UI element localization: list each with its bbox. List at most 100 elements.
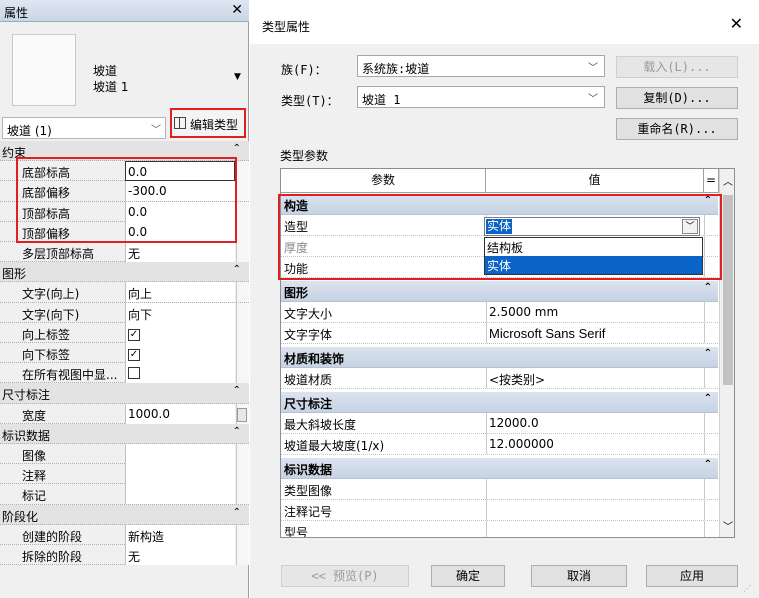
collapse-icon[interactable]: ⌃ <box>233 507 241 518</box>
param-name: 最大斜坡长度 <box>284 418 357 432</box>
param-name: 类型图像 <box>284 484 333 498</box>
column-header-formula[interactable]: = <box>704 169 719 193</box>
chevron-down-icon[interactable]: ﹀ <box>682 219 698 234</box>
collapse-icon[interactable]: ⌃ <box>233 264 241 275</box>
row-edit-cell <box>236 322 249 343</box>
group-label: 标识数据 <box>2 428 51 443</box>
param-value[interactable]: 12.000000 <box>486 434 704 454</box>
row-edit-cell <box>236 444 249 464</box>
type-dropdown-arrow-icon[interactable]: ▼ <box>234 72 241 82</box>
property-value[interactable]: 向上 <box>125 282 235 303</box>
scroll-down-icon[interactable]: ﹀ <box>723 518 733 533</box>
apply-button[interactable]: 应用 <box>646 565 738 587</box>
collapse-icon[interactable]: ⌃ <box>704 393 712 404</box>
param-group-header[interactable]: 标识数据 ⌃ <box>281 458 718 479</box>
group-header[interactable]: 尺寸标注 ⌃ <box>0 383 249 404</box>
preview-button[interactable]: << 预览(P) <box>281 565 409 587</box>
property-value[interactable] <box>125 484 235 505</box>
row-edit-cell <box>236 484 249 505</box>
collapse-icon[interactable]: ⌃ <box>233 385 241 396</box>
property-row: 顶部偏移 0.0 <box>0 221 249 242</box>
cancel-button[interactable]: 取消 <box>531 565 627 587</box>
collapse-icon[interactable]: ⌃ <box>704 282 712 293</box>
param-group-header[interactable]: 材质和装饰 ⌃ <box>281 347 718 368</box>
param-group-header[interactable]: 图形 ⌃ <box>281 281 718 302</box>
column-header-value[interactable]: 值 <box>486 169 704 193</box>
resize-grip-icon[interactable]: ⋰ <box>743 584 751 593</box>
property-value[interactable]: 向下 <box>125 302 235 323</box>
property-value[interactable]: 0.0 <box>125 221 235 242</box>
param-value[interactable] <box>486 479 704 499</box>
load-button[interactable]: 载入(L)... <box>616 56 738 78</box>
property-value[interactable] <box>125 464 235 485</box>
group-label: 图形 <box>284 286 309 300</box>
edit-type-icon <box>174 117 186 129</box>
group-label: 标识数据 <box>284 463 333 477</box>
param-value[interactable] <box>486 500 704 520</box>
dropdown-option[interactable]: 结构板 <box>485 238 702 256</box>
ok-button[interactable]: 确定 <box>431 565 505 587</box>
group-label: 阶段化 <box>2 509 39 524</box>
scrollbar-thumb[interactable] <box>723 195 733 385</box>
group-label: 构造 <box>284 199 309 213</box>
type-combo[interactable]: 坡道 1 ﹀ <box>357 86 605 108</box>
property-value[interactable]: 无 <box>125 545 235 565</box>
dropdown-option-highlighted[interactable]: 实体 <box>485 256 702 274</box>
property-value[interactable] <box>125 444 235 464</box>
property-value-input[interactable]: 0.0 <box>125 161 235 182</box>
row-edit-cell <box>236 343 249 363</box>
param-value[interactable]: 2.5000 mm <box>486 302 704 322</box>
param-group-header[interactable]: 尺寸标注 ⌃ <box>281 392 718 413</box>
type-family-text: 坡道 <box>93 64 118 78</box>
property-value[interactable]: -300.0 <box>125 181 235 202</box>
collapse-icon[interactable]: ⌃ <box>233 143 241 154</box>
group-header[interactable]: 约束 ⌃ <box>0 141 249 162</box>
row-edit-cell <box>236 181 249 202</box>
collapse-icon[interactable]: ⌃ <box>704 348 712 359</box>
collapse-icon[interactable]: ⌃ <box>704 459 712 470</box>
group-header[interactable]: 阶段化 ⌃ <box>0 504 249 525</box>
checkbox-unchecked[interactable] <box>128 367 140 380</box>
param-value[interactable]: 12000.0 <box>486 413 704 433</box>
shape-dropdown-list: 结构板 实体 <box>484 237 703 275</box>
param-value[interactable]: Microsoft Sans Serif <box>486 323 704 343</box>
scroll-up-icon[interactable]: ︿ <box>723 173 733 188</box>
palette-scrollbar-thumb[interactable] <box>237 408 247 422</box>
palette-close-icon[interactable]: ✕ <box>231 2 243 18</box>
param-value[interactable] <box>486 521 704 537</box>
property-value[interactable]: 无 <box>125 242 235 262</box>
property-value[interactable]: 0.0 <box>125 201 235 222</box>
group-header[interactable]: 图形 ⌃ <box>0 262 249 283</box>
property-row: 多层顶部标高 无 <box>0 242 249 263</box>
param-group-header[interactable]: 构造 ⌃ <box>281 194 718 215</box>
group-header[interactable]: 标识数据 ⌃ <box>0 423 249 444</box>
rename-button[interactable]: 重命名(R)... <box>616 118 738 140</box>
collapse-icon[interactable]: ⌃ <box>233 426 241 437</box>
property-row: 拆除的阶段 无 <box>0 545 249 566</box>
row-edit-cell <box>236 363 249 384</box>
family-value: 系统族:坡道 <box>362 62 430 76</box>
family-combo[interactable]: 系统族:坡道 ﹀ <box>357 55 605 77</box>
column-header-parameter[interactable]: 参数 <box>281 169 486 193</box>
collapse-icon[interactable]: ⌃ <box>704 195 712 206</box>
table-scrollbar[interactable]: ︿ ﹀ <box>719 169 734 537</box>
param-formula-cell <box>704 500 718 520</box>
edit-type-button[interactable]: 编辑类型 <box>170 108 246 138</box>
dialog-close-icon[interactable]: ✕ <box>730 14 743 33</box>
param-formula-cell <box>704 368 718 388</box>
property-value[interactable]: 新构造 <box>125 524 235 545</box>
duplicate-button[interactable]: 复制(D)... <box>616 87 738 109</box>
property-name: 拆除的阶段 <box>22 550 83 564</box>
checkbox-checked[interactable]: ✓ <box>128 349 140 361</box>
param-formula-cell <box>704 257 718 277</box>
property-name: 向下标签 <box>22 348 71 362</box>
property-value[interactable]: 1000.0 <box>125 403 235 424</box>
group-label: 尺寸标注 <box>2 388 51 403</box>
group-label: 材质和装饰 <box>284 352 345 366</box>
param-value[interactable]: <按类别> <box>486 368 704 388</box>
instance-selector[interactable]: 坡道 (1) ﹀ <box>2 117 166 139</box>
checkbox-checked[interactable]: ✓ <box>128 328 140 341</box>
shape-value-combo[interactable]: 实体 ﹀ <box>484 217 700 236</box>
dialog-title-bar: 类型属性 ✕ <box>250 0 759 44</box>
param-row: 坡道材质 <按类别> <box>281 368 718 389</box>
